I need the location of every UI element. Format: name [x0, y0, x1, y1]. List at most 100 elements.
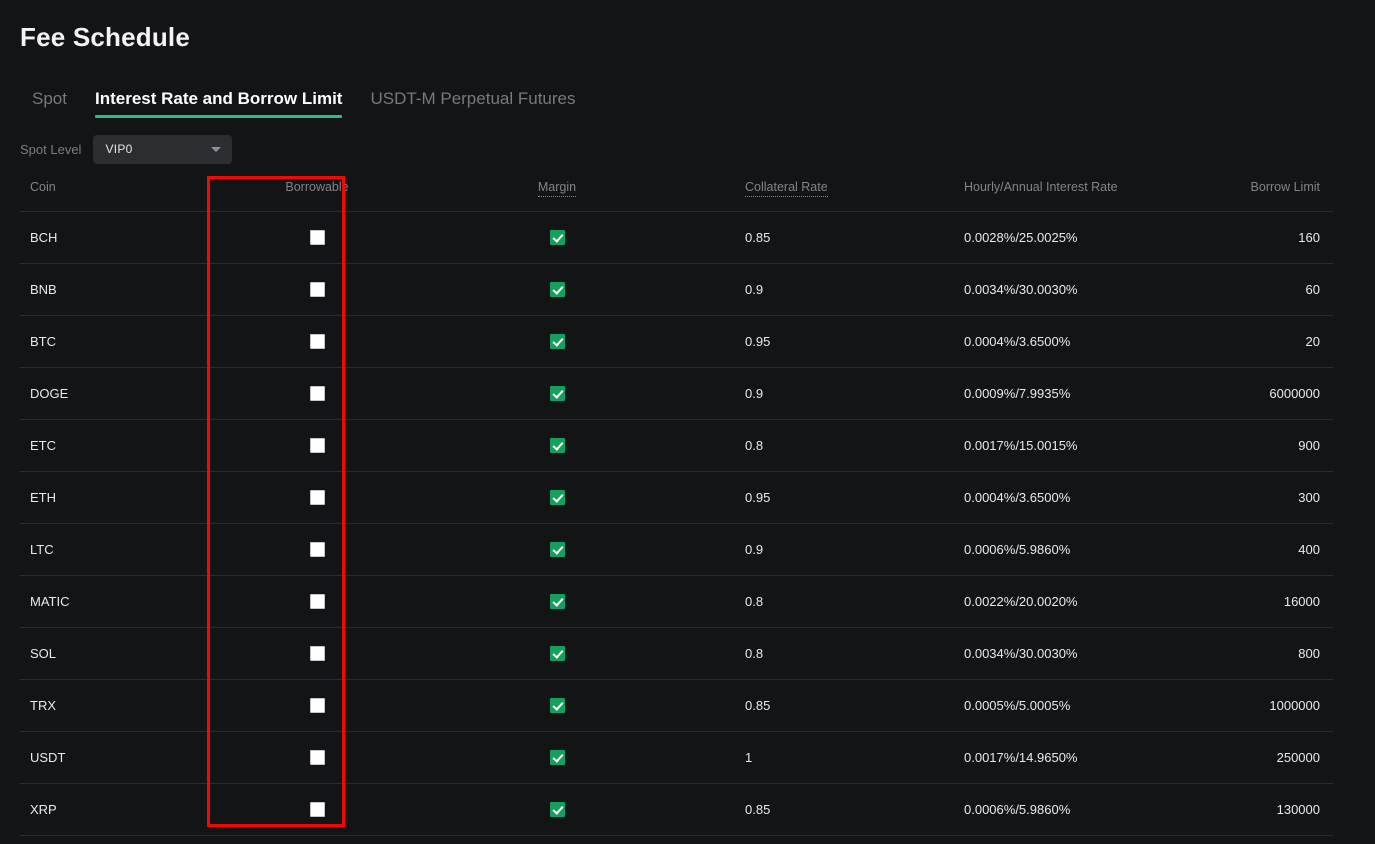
cell-coin: MATIC [30, 594, 70, 609]
cell-borrow-limit: 400 [1298, 542, 1320, 557]
cell-collateral-rate: 0.8 [745, 646, 764, 661]
column-header-collateral-rate[interactable]: Collateral Rate [728, 178, 946, 197]
cell-margin [386, 438, 728, 453]
checkbox-unchecked-borrowable[interactable] [309, 490, 325, 505]
table-row: BNB 0.9 0.0034%/30.0030% 60 [20, 264, 1333, 316]
checkbox-checked-margin[interactable] [549, 386, 565, 401]
cell-borrow-limit: 160 [1298, 230, 1320, 245]
cell-borrow-limit: 16000 [1283, 594, 1320, 609]
checkbox-unchecked-borrowable[interactable] [309, 334, 325, 349]
checkbox-checked-margin[interactable] [549, 490, 565, 505]
checkbox-checked-margin[interactable] [549, 334, 565, 349]
cell-margin [386, 594, 728, 609]
table-row: TRX 0.85 0.0005%/5.0005% 1000000 [20, 680, 1333, 732]
cell-borrow-limit: 20 [1305, 334, 1320, 349]
fee-schedule-table: Coin Borrowable Margin Collateral Rate Hourl… [20, 178, 1333, 836]
cell-borrowable [248, 698, 386, 713]
checkbox-checked-margin[interactable] [549, 698, 565, 713]
table-row: ETC 0.8 0.0017%/15.0015% 900 [20, 420, 1333, 472]
checkbox-unchecked-borrowable[interactable] [309, 386, 325, 401]
cell-collateral-rate: 0.85 [745, 802, 771, 817]
cell-coin: SOL [30, 646, 57, 661]
page-title: Fee Schedule [20, 22, 191, 52]
cell-margin [386, 490, 728, 505]
cell-coin: XRP [30, 802, 57, 817]
cell-collateral-rate: 0.95 [745, 334, 771, 349]
cell-borrowable [248, 594, 386, 609]
cell-borrow-limit: 6000000 [1269, 386, 1320, 401]
cell-borrowable [248, 802, 386, 817]
tab-interest-rate-and-borrow-limit[interactable]: Interest Rate and Borrow Limit [81, 89, 356, 118]
checkbox-unchecked-borrowable[interactable] [309, 698, 325, 713]
cell-interest-rate: 0.0017%/15.0015% [964, 438, 1078, 453]
checkbox-unchecked-borrowable[interactable] [309, 646, 325, 661]
checkbox-unchecked-borrowable[interactable] [309, 438, 325, 453]
checkbox-checked-margin[interactable] [549, 802, 565, 817]
spot-level-selected-value: VIP0 [105, 142, 133, 156]
checkbox-unchecked-borrowable[interactable] [309, 542, 325, 557]
checkbox-checked-margin[interactable] [549, 542, 565, 557]
checkbox-unchecked-borrowable[interactable] [309, 282, 325, 297]
cell-borrowable [248, 282, 386, 297]
checkbox-checked-margin[interactable] [549, 594, 565, 609]
cell-interest-rate: 0.0028%/25.0025% [964, 230, 1078, 245]
cell-borrowable [248, 438, 386, 453]
cell-borrowable [248, 230, 386, 245]
checkbox-checked-margin[interactable] [549, 230, 565, 245]
cell-margin [386, 386, 728, 401]
checkbox-unchecked-borrowable[interactable] [309, 230, 325, 245]
column-header-margin[interactable]: Margin [386, 178, 728, 197]
cell-coin: LTC [30, 542, 54, 557]
table-row: LTC 0.9 0.0006%/5.9860% 400 [20, 524, 1333, 576]
cell-margin [386, 750, 728, 765]
cell-collateral-rate: 0.9 [745, 542, 764, 557]
checkbox-checked-margin[interactable] [549, 438, 565, 453]
checkbox-unchecked-borrowable[interactable] [309, 750, 325, 765]
tab-label: Spot [32, 89, 67, 108]
tab-bar: Spot Interest Rate and Borrow Limit USDT-M… [18, 84, 589, 118]
column-header-label: Coin [30, 180, 56, 194]
cell-margin [386, 282, 728, 297]
cell-collateral-rate: 0.8 [745, 594, 764, 609]
table-body: BCH 0.85 0.0028%/25.0025% 160 BNB 0.9 0.0034%/… [20, 212, 1333, 836]
cell-collateral-rate: 1 [745, 750, 753, 765]
table-row: BCH 0.85 0.0028%/25.0025% 160 [20, 212, 1333, 264]
cell-borrow-limit: 60 [1305, 282, 1320, 297]
cell-margin [386, 230, 728, 245]
table-row: USDT 1 0.0017%/14.9650% 250000 [20, 732, 1333, 784]
checkbox-checked-margin[interactable] [549, 646, 565, 661]
cell-borrow-limit: 800 [1298, 646, 1320, 661]
column-header-label: Hourly/Annual Interest Rate [964, 180, 1118, 194]
cell-coin: ETC [30, 438, 56, 453]
cell-borrowable [248, 490, 386, 505]
table-row: MATIC 0.8 0.0022%/20.0020% 16000 [20, 576, 1333, 628]
column-header-label: Collateral Rate [745, 180, 828, 197]
cell-borrowable [248, 386, 386, 401]
cell-margin [386, 802, 728, 817]
tab-spot[interactable]: Spot [18, 89, 81, 118]
column-header-label: Borrowable [285, 180, 349, 194]
spot-level-label: Spot Level [20, 141, 82, 157]
cell-coin: TRX [30, 698, 56, 713]
cell-margin [386, 646, 728, 661]
checkbox-checked-margin[interactable] [549, 282, 565, 297]
cell-borrow-limit: 1000000 [1269, 698, 1320, 713]
cell-borrowable [248, 750, 386, 765]
tab-usdt-m-perpetual-futures[interactable]: USDT-M Perpetual Futures [356, 89, 589, 118]
spot-level-select[interactable]: VIP0 [93, 134, 233, 164]
column-header-borrowable: Borrowable [248, 178, 386, 194]
cell-interest-rate: 0.0004%/3.6500% [964, 334, 1071, 349]
tab-label: Interest Rate and Borrow Limit [94, 89, 343, 108]
cell-coin: BCH [30, 230, 58, 245]
cell-interest-rate: 0.0009%/7.9935% [964, 386, 1071, 401]
column-header-interest-rate: Hourly/Annual Interest Rate [946, 178, 1186, 194]
table-row: BTC 0.95 0.0004%/3.6500% 20 [20, 316, 1333, 368]
checkbox-checked-margin[interactable] [549, 750, 565, 765]
cell-collateral-rate: 0.95 [745, 490, 771, 505]
table-row: SOL 0.8 0.0034%/30.0030% 800 [20, 628, 1333, 680]
checkbox-unchecked-borrowable[interactable] [309, 594, 325, 609]
spot-level-filter: Spot Level VIP0 [20, 134, 233, 164]
cell-margin [386, 334, 728, 349]
cell-borrowable [248, 646, 386, 661]
checkbox-unchecked-borrowable[interactable] [309, 802, 325, 817]
